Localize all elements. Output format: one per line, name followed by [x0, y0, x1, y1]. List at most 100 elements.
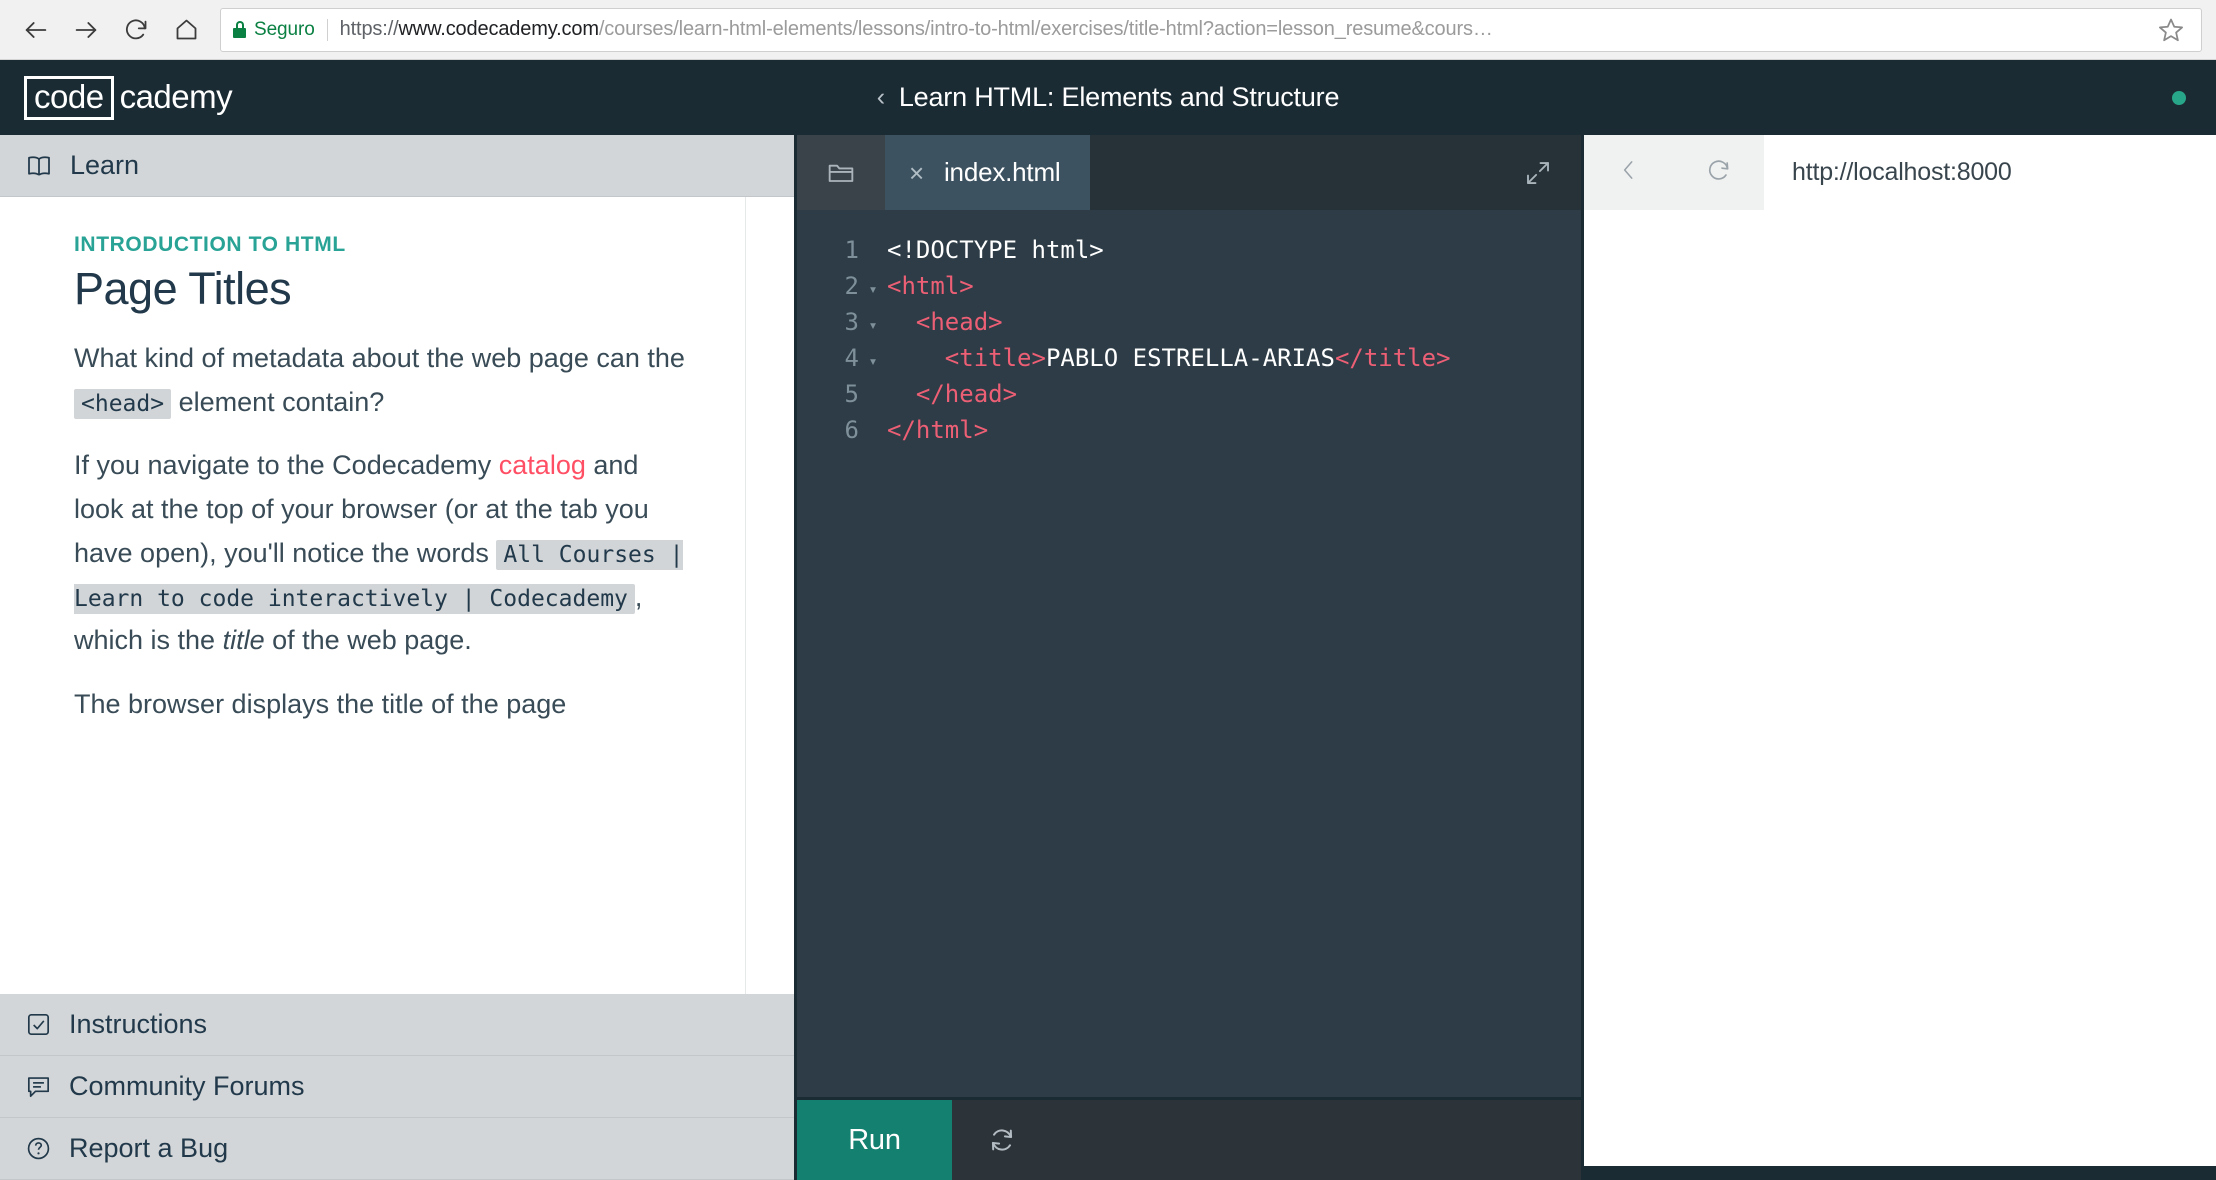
p2-part4: of the web page.	[272, 625, 472, 656]
preview-toolbar: http://localhost:8000	[1584, 135, 2216, 210]
lesson-panel: Learn INTRODUCTION TO HTML Page Titles W…	[0, 135, 797, 1180]
line-number: 5	[844, 380, 859, 408]
code-token: <!DOCTYPE html>	[887, 236, 1104, 264]
arrow-left-icon	[25, 21, 47, 38]
editor-tab-bar: × index.html	[797, 135, 1581, 210]
p1-after: element contain?	[178, 386, 385, 417]
p2-italic: title	[222, 625, 265, 656]
fold-arrow-icon[interactable]: ▾	[859, 350, 887, 373]
preview-reload-button[interactable]	[1705, 156, 1733, 189]
accordion-instructions[interactable]: Instructions	[0, 994, 794, 1056]
line-number: 1	[844, 236, 859, 264]
forward-button[interactable]	[64, 8, 108, 52]
star-icon	[2159, 18, 2183, 41]
lesson-paragraph-1: What kind of metadata about the web page…	[74, 337, 694, 424]
code-token: <head>	[915, 308, 1003, 336]
preview-browser: http://localhost:8000	[1584, 135, 2216, 1166]
accordion-instructions-label: Instructions	[69, 1009, 208, 1039]
code-line-text: </html>	[887, 412, 988, 448]
code-line-text: <head>	[887, 304, 1003, 340]
lesson-gutter	[745, 197, 794, 994]
accordion-report-a-bug[interactable]: Report a Bug	[0, 1118, 794, 1180]
home-icon	[176, 19, 196, 40]
p1-code: <head>	[74, 388, 172, 419]
code-line[interactable]: 2 ▾ <html>	[797, 268, 1581, 304]
logo-boxed-text: code	[24, 75, 114, 120]
code-line[interactable]: 4 ▾ <title>PABLO ESTRELLA-ARIAS</title>	[797, 340, 1581, 376]
code-line-text: </head>	[887, 376, 1017, 412]
preview-iframe[interactable]	[1584, 210, 2216, 1166]
code-line[interactable]: 6 </html>	[797, 412, 1581, 448]
code-line[interactable]: 5 </head>	[797, 376, 1581, 412]
lock-icon	[233, 21, 246, 38]
expand-icon[interactable]	[1523, 158, 1553, 188]
chevron-left-icon	[1623, 161, 1632, 179]
code-editor-panel: × index.html 1 <!DOCTYPE html> 2 ▾ <html> 3 ▾ …	[797, 135, 1584, 1180]
url-scheme: https://	[339, 18, 399, 40]
p1-before: What kind of metadata about the web page…	[74, 343, 685, 373]
security-label: Seguro	[254, 18, 315, 40]
code-line-text: <!DOCTYPE html>	[887, 232, 1104, 268]
code-editor[interactable]: 1 <!DOCTYPE html> 2 ▾ <html> 3 ▾ <head> 4 ▾ <tit…	[797, 210, 1581, 1097]
line-number: 6	[844, 416, 859, 444]
preview-back-button[interactable]	[1616, 157, 1642, 188]
catalog-link[interactable]: catalog	[499, 450, 586, 480]
status-badge	[2172, 90, 2186, 105]
page-title: ‹ Learn HTML: Elements and Structure	[877, 82, 1340, 113]
lesson-scroll-content: INTRODUCTION TO HTML Page Titles What ki…	[0, 197, 771, 994]
question-circle-icon	[24, 1134, 53, 1163]
reload-button[interactable]	[114, 8, 158, 52]
preview-url-text: http://localhost:8000	[1792, 158, 2012, 186]
bookmark-button[interactable]	[2153, 16, 2189, 44]
fold-arrow-icon[interactable]: ▾	[859, 278, 887, 301]
code-line[interactable]: 1 <!DOCTYPE html>	[797, 232, 1581, 268]
lesson-paragraph-3: The browser displays the title of the pa…	[74, 689, 567, 720]
url-text: https://www.codecademy.com/courses/learn…	[340, 18, 2145, 41]
code-token: </head>	[915, 380, 1018, 408]
speech-bubble-icon	[24, 1072, 53, 1101]
accordion-learn[interactable]: Learn	[0, 135, 794, 197]
close-icon[interactable]: ×	[909, 160, 924, 186]
home-button[interactable]	[164, 8, 208, 52]
arrow-right-icon	[75, 21, 97, 38]
url-path: /courses/learn-html-elements/lessons/int…	[598, 18, 1493, 40]
fold-arrow-icon[interactable]: ▾	[859, 314, 887, 337]
course-title-text: Learn HTML: Elements and Structure	[898, 82, 1340, 112]
accordion-community-forums[interactable]: Community Forums	[0, 1056, 794, 1118]
browser-nav-buttons	[14, 8, 220, 52]
line-number: 4	[844, 344, 859, 372]
chevron-left-icon[interactable]: ‹	[877, 85, 885, 110]
address-bar[interactable]: Seguro https://www.codecademy.com/course…	[220, 7, 2202, 52]
logo-rest-text: cademy	[119, 77, 233, 115]
omnibox-divider	[326, 18, 328, 41]
code-lines[interactable]: 1 <!DOCTYPE html> 2 ▾ <html> 3 ▾ <head> 4 ▾ <tit…	[797, 232, 1581, 448]
code-token: </title>	[1334, 344, 1451, 372]
codecademy-logo[interactable]: code cademy	[24, 75, 233, 120]
accordion-report-bug-label: Report a Bug	[69, 1133, 229, 1163]
accordion-learn-label: Learn	[70, 150, 140, 180]
editor-tab-filename: index.html	[943, 157, 1061, 187]
p2-part1: If you navigate to the Codecademy	[74, 450, 492, 481]
back-button[interactable]	[14, 8, 58, 52]
code-token: <title>	[944, 344, 1046, 372]
checkbox-icon	[24, 1010, 53, 1039]
app-header: code cademy ‹ Learn HTML: Elements and St…	[0, 60, 2216, 135]
folder-icon	[828, 164, 854, 182]
code-token: <html>	[887, 272, 974, 300]
code-line[interactable]: 3 ▾ <head>	[797, 304, 1581, 340]
code-token: </html>	[887, 416, 989, 444]
code-line-text: <html>	[887, 268, 974, 304]
editor-tab-filler	[1090, 135, 1581, 210]
preview-panel: http://localhost:8000	[1584, 135, 2216, 1180]
file-browser-button[interactable]	[797, 135, 885, 210]
reload-icon	[125, 19, 146, 40]
editor-tab-index-html[interactable]: × index.html	[885, 135, 1091, 210]
line-number: 3	[844, 308, 859, 336]
reset-code-button[interactable]	[952, 1100, 1052, 1180]
browser-chrome: Seguro https://www.codecademy.com/course…	[0, 0, 2216, 60]
run-button[interactable]: Run	[797, 1100, 952, 1180]
url-host: www.codecademy.com	[398, 18, 599, 40]
lesson-content-area: INTRODUCTION TO HTML Page Titles What ki…	[0, 197, 794, 994]
lesson-title: Page Titles	[74, 263, 292, 314]
preview-nav-buttons	[1584, 135, 1764, 210]
